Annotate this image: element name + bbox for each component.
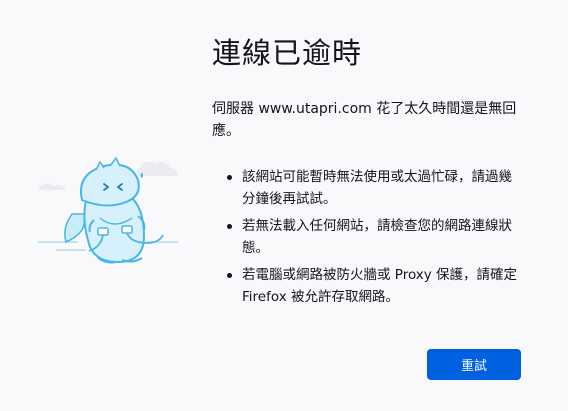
list-item: 若電腦或網路被防火牆或 Proxy 保護，請確定 Firefox 被允許存取網路… bbox=[227, 264, 524, 308]
page-title: 連線已逾時 bbox=[212, 36, 363, 70]
list-item: 該網站可能暫時無法使用或太過忙碌，請過幾分鐘後再試試。 bbox=[227, 166, 524, 210]
troubleshooting-list: 該網站可能暫時無法使用或太過忙碌，請過幾分鐘後再試試。 若無法載入任何網站，請檢… bbox=[212, 166, 524, 308]
dinosaur-unplugged-illustration bbox=[38, 150, 198, 280]
retry-button[interactable]: 重試 bbox=[427, 349, 521, 380]
error-content: 連線已逾時 伺服器 www.utapri.com 花了太久時間還是無回應。 該網… bbox=[212, 34, 524, 313]
error-description: 伺服器 www.utapri.com 花了太久時間還是無回應。 bbox=[212, 101, 517, 139]
list-item: 若無法載入任何網站，請檢查您的網路連線狀態。 bbox=[227, 215, 524, 259]
